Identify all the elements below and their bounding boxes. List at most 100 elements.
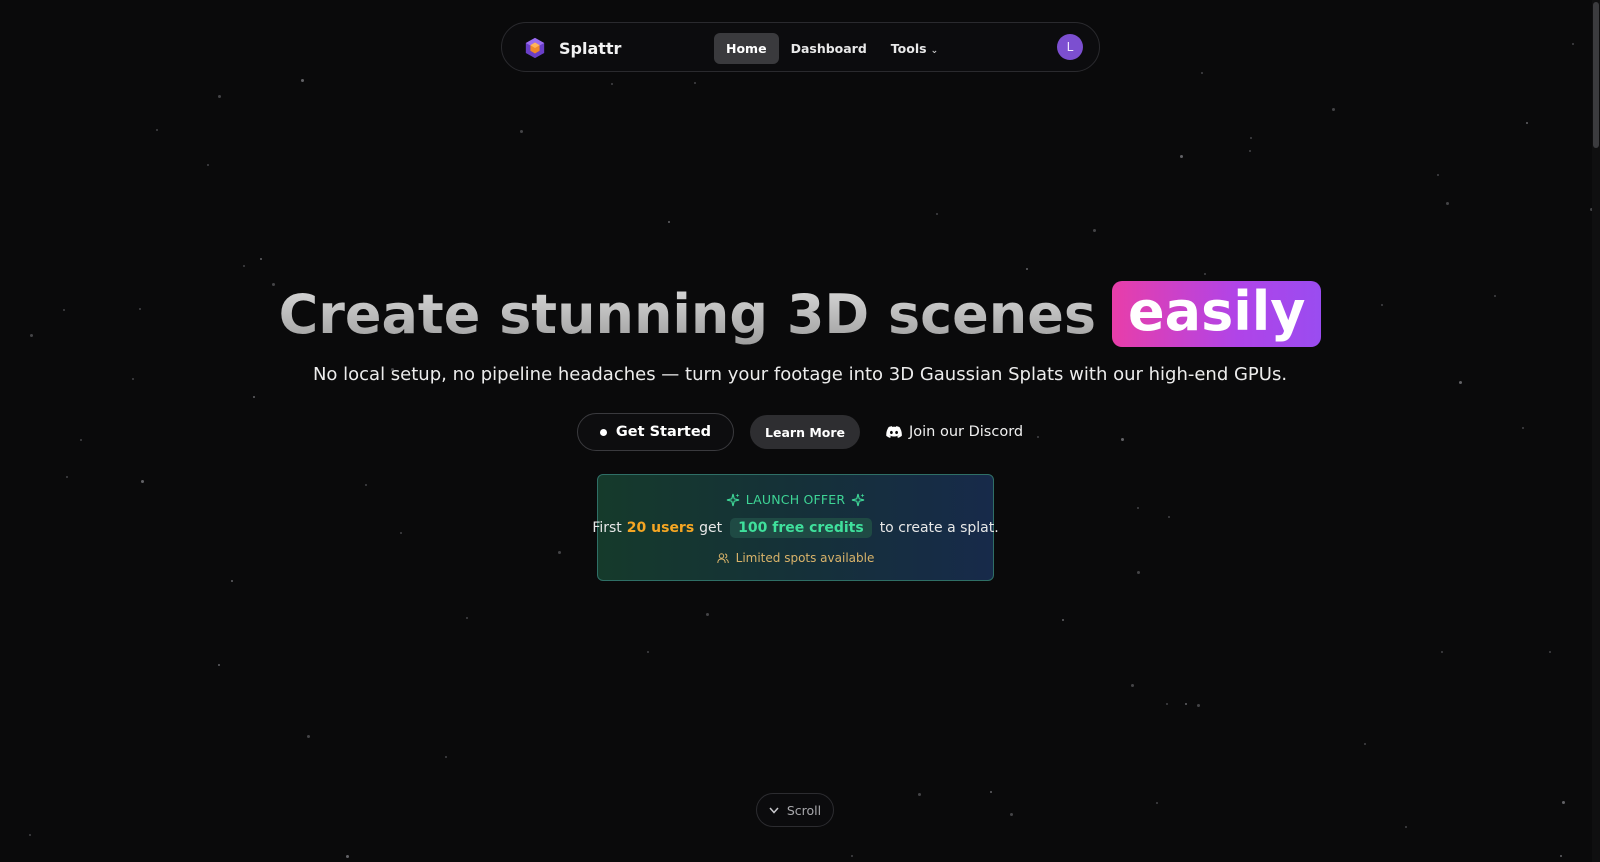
offer-users: 20 users [626, 520, 695, 536]
offer-line: First 20 users get 100 free credits to c… [592, 518, 999, 538]
star [520, 130, 523, 133]
star [1560, 855, 1562, 857]
star [1010, 813, 1013, 816]
offer-footnote: Limited spots available [598, 551, 993, 565]
star [445, 756, 447, 758]
star [346, 855, 349, 858]
users-icon [716, 552, 729, 563]
chevron-down-icon: ⌄ [930, 46, 939, 56]
offer-mid: get [699, 520, 723, 536]
star [1526, 122, 1528, 124]
star [1185, 703, 1187, 705]
star [1180, 155, 1183, 158]
star [1137, 507, 1139, 509]
nav-links: Home Dashboard Tools ⌄ [714, 33, 950, 64]
star [307, 735, 310, 738]
offer-footnote-text: Limited spots available [735, 551, 875, 565]
hexagon-cube-icon [525, 37, 545, 59]
nav-home-link[interactable]: Home [714, 33, 779, 64]
star [1332, 108, 1335, 111]
offer-heading-text: LAUNCH OFFER [745, 492, 846, 507]
star [231, 580, 233, 582]
brand[interactable]: Splattr [524, 36, 621, 60]
nav-tools-dropdown[interactable]: Tools ⌄ [879, 33, 950, 64]
join-discord-link[interactable]: Join our Discord [886, 415, 1023, 449]
star [141, 480, 144, 483]
star [400, 532, 402, 534]
star [1166, 703, 1168, 705]
star [1446, 202, 1449, 205]
star [668, 221, 670, 223]
star [936, 213, 938, 215]
star [694, 82, 696, 84]
discord-icon [886, 426, 902, 438]
star [29, 834, 31, 836]
scroll-indicator[interactable]: Scroll [756, 793, 834, 827]
star [260, 258, 262, 260]
star [1062, 619, 1064, 621]
dot-icon [599, 428, 607, 436]
hero-title: Create stunning 3D scenes [278, 282, 1096, 346]
cta-row: Get Started Learn More Join our Discord [0, 413, 1600, 451]
star [1562, 801, 1565, 804]
star [466, 617, 468, 619]
star [66, 476, 68, 478]
star [1249, 150, 1251, 152]
nav-dashboard-link[interactable]: Dashboard [779, 33, 879, 64]
nav-tools-label: Tools [890, 41, 927, 56]
get-started-label: Get Started [615, 424, 712, 440]
scrollbar-thumb[interactable] [1593, 2, 1599, 148]
landing-page: Splattr Home Dashboard Tools ⌄ L Create s… [0, 0, 1600, 862]
offer-credits-badge: 100 free credits [730, 518, 872, 538]
star [1026, 268, 1028, 270]
star [647, 651, 649, 653]
brand-name: Splattr [559, 38, 622, 58]
star [918, 793, 921, 796]
hero-subtitle: No local setup, no pipeline headaches — … [312, 364, 1288, 385]
hero-highlight: easily [1112, 281, 1322, 347]
star [1137, 571, 1140, 574]
star [156, 129, 158, 131]
star [1168, 516, 1170, 518]
join-discord-label: Join our Discord [909, 424, 1024, 440]
star [253, 396, 255, 398]
star [1441, 651, 1443, 653]
get-started-button[interactable]: Get Started [576, 413, 735, 451]
star [207, 164, 209, 166]
star [1201, 72, 1203, 74]
star [1572, 43, 1574, 45]
star [851, 855, 853, 857]
star [611, 83, 613, 85]
scroll-label: Scroll [786, 802, 822, 818]
learn-more-button[interactable]: Learn More [750, 415, 860, 449]
star [1204, 273, 1206, 275]
star [1093, 229, 1096, 232]
scrollbar[interactable] [1592, 0, 1600, 862]
star [218, 664, 220, 666]
star [1250, 137, 1252, 139]
star [1364, 743, 1366, 745]
star [990, 791, 992, 793]
star [558, 551, 561, 554]
sparkles-icon [726, 493, 740, 506]
user-avatar[interactable]: L [1057, 34, 1083, 60]
offer-suffix: to create a splat. [879, 520, 999, 536]
offer-prefix: First [592, 520, 622, 536]
launch-offer-card: LAUNCH OFFER First 20 users get 100 free… [592, 474, 999, 581]
hero-heading: Create stunning 3D scenes easily [0, 281, 1600, 347]
star [301, 79, 304, 82]
offer-heading: LAUNCH OFFER [598, 492, 993, 507]
star [365, 484, 367, 486]
star [1197, 704, 1200, 707]
star [1131, 684, 1134, 687]
chevron-down-icon [769, 807, 779, 814]
star [706, 613, 709, 616]
star [1437, 174, 1439, 176]
star [218, 95, 221, 98]
star [1156, 802, 1158, 804]
top-navbar: Splattr Home Dashboard Tools ⌄ L [501, 22, 1100, 72]
star [1549, 651, 1551, 653]
star [243, 265, 245, 267]
sparkles-icon [852, 493, 865, 506]
star [1405, 826, 1407, 828]
